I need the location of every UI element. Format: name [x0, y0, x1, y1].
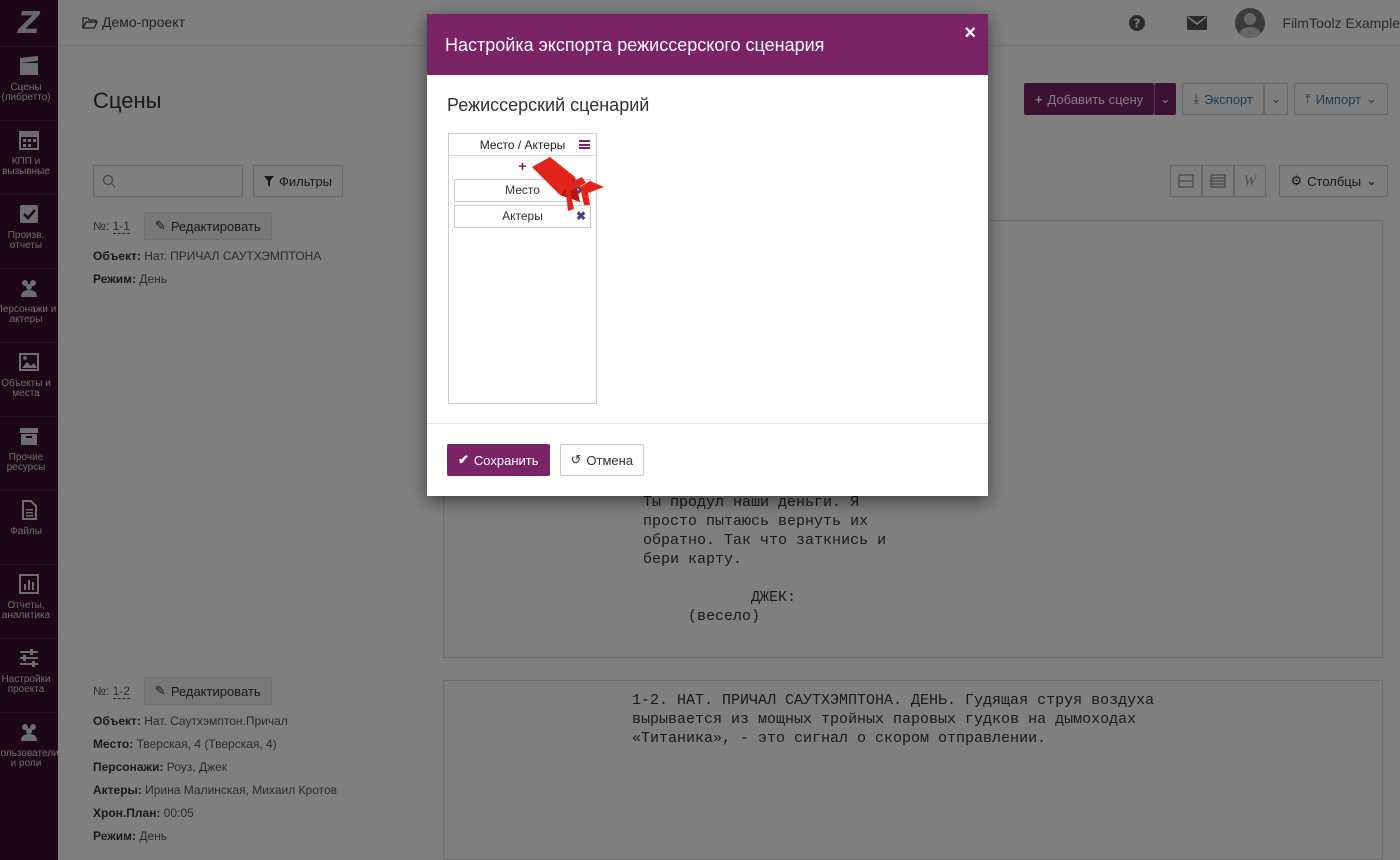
hamburger-menu-icon[interactable]: [579, 140, 590, 149]
modal-header: Настройка экспорта режиссерского сценари…: [427, 14, 988, 75]
column-header[interactable]: Место / Актеры: [449, 134, 596, 156]
export-settings-modal: Настройка экспорта режиссерского сценари…: [427, 14, 988, 496]
cancel-button[interactable]: ↺ Отмена: [559, 444, 645, 476]
undo-icon: ↺: [570, 452, 582, 467]
modal-body: Режиссерский сценарий Место / Актеры + М…: [427, 75, 988, 424]
save-label: Сохранить: [473, 452, 539, 468]
close-icon[interactable]: ×: [964, 22, 976, 45]
cancel-label: Отмена: [586, 452, 634, 468]
modal-subtitle: Режиссерский сценарий: [447, 95, 650, 115]
modal-footer: ✔ Сохранить ↺ Отмена: [427, 424, 988, 496]
drag-cursor-icon: [532, 157, 604, 211]
column-header-label: Место / Актеры: [479, 138, 566, 152]
check-icon: ✔: [458, 452, 469, 467]
modal-title: Настройка экспорта режиссерского сценари…: [445, 35, 825, 55]
save-button[interactable]: ✔ Сохранить: [447, 444, 550, 476]
